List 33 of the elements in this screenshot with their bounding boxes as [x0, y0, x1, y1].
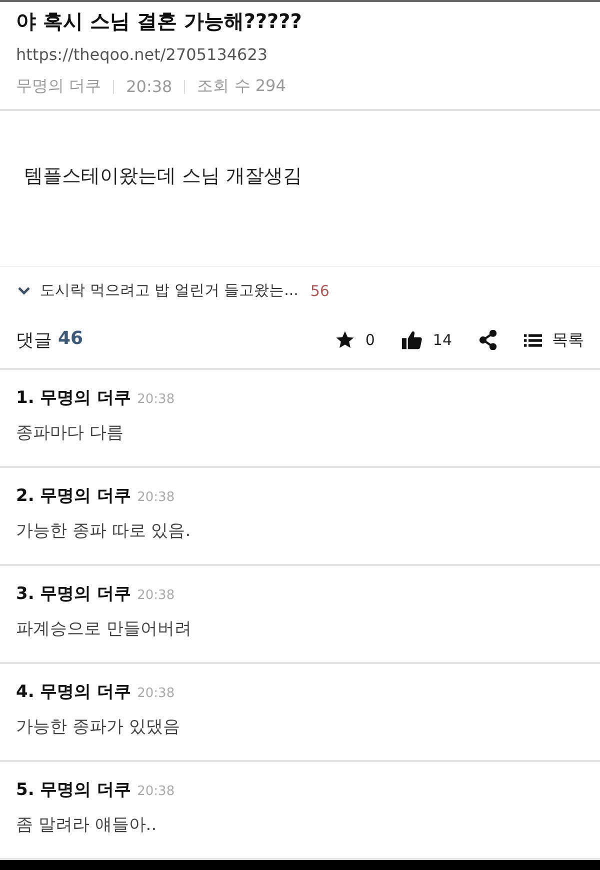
comment-time: 20:38	[137, 686, 175, 701]
author-name: 무명의 더쿠	[16, 76, 102, 97]
comment-time: 20:38	[137, 392, 175, 407]
list-button[interactable]: 목록	[524, 330, 584, 350]
chevron-icon[interactable]	[18, 286, 30, 294]
view-count: 조회 수 294	[197, 76, 286, 97]
comment-count: 56	[310, 282, 330, 300]
comment-author: 3. 무명의 더쿠	[16, 583, 132, 605]
list-icon	[524, 332, 542, 348]
comments-label: 댓글	[16, 329, 52, 352]
thumbs-up-icon[interactable]	[400, 329, 423, 351]
star-icon[interactable]	[335, 330, 356, 350]
comment-time: 20:38	[137, 490, 175, 505]
comment-author: 5. 무명의 더쿠	[16, 779, 132, 801]
comment-author: 2. 무명의 더쿠	[16, 485, 132, 507]
comment-time: 20:38	[137, 784, 175, 799]
comment-author: 4. 무명의 더쿠	[16, 681, 132, 703]
share-icon[interactable]	[478, 330, 498, 350]
comment-text: 종파마다 다름	[16, 422, 124, 444]
comment-count: 46	[58, 328, 84, 351]
comment-author: 1. 무명의 더쿠	[16, 387, 132, 409]
comment-text: 좀 말려라 얘들아..	[16, 814, 158, 836]
related-post-link[interactable]: 도시락 먹으려고 밥 얼린거 들고왔는...	[40, 281, 298, 300]
comment-text: 가능한 종파 따로 있음.	[16, 520, 192, 542]
post-body: 템플스테이왔는데 스님 개잘생김	[24, 164, 304, 189]
comment-time: 20:38	[137, 588, 175, 603]
comment-text: 파계승으로 만들어버려	[16, 618, 192, 640]
star-count: 0	[365, 331, 375, 349]
post-time: 20:38	[126, 77, 172, 96]
post-title: 야 혹시 스님 결혼 가능해?????	[16, 8, 303, 35]
comment-text: 가능한 종파가 있댔음	[16, 716, 181, 738]
post-url[interactable]: https://theqoo.net/2705134623	[16, 45, 584, 64]
like-count: 14	[432, 331, 452, 349]
